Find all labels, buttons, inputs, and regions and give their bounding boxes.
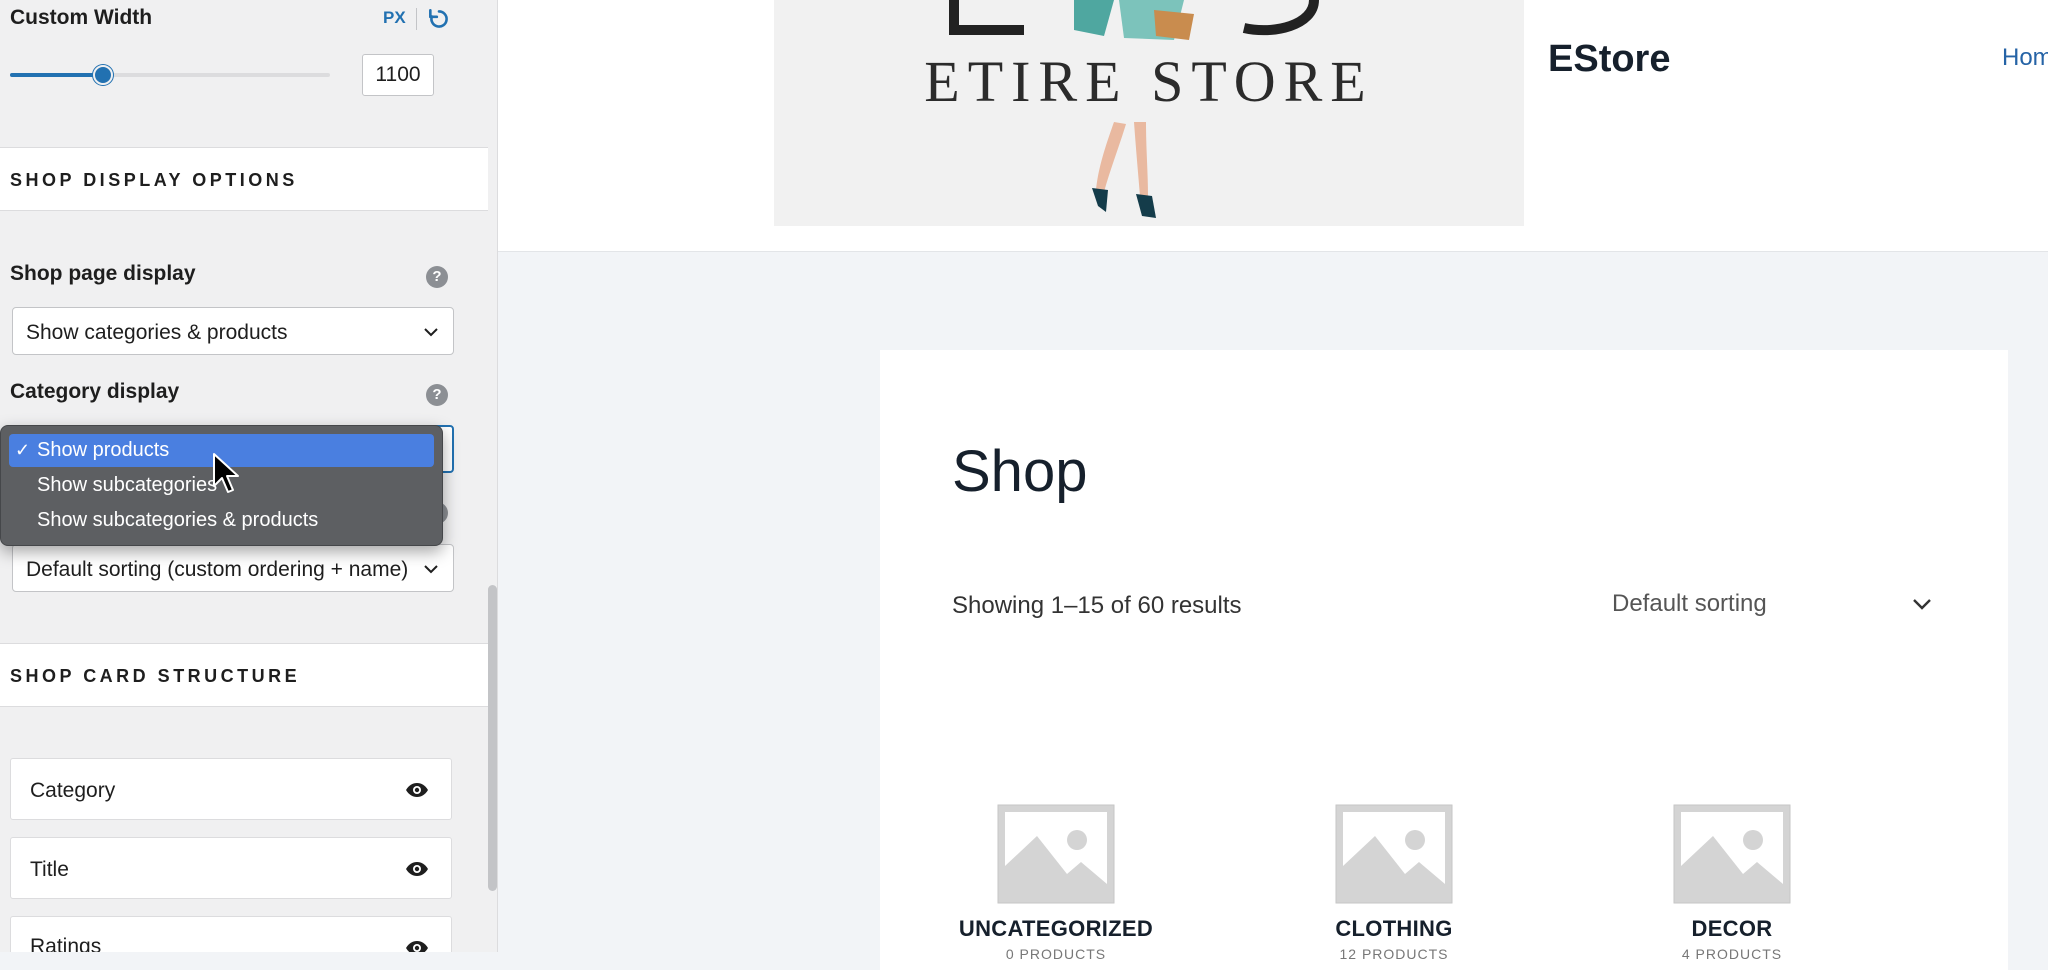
category-card-uncategorized[interactable]: UNCATEGORIZED 0 PRODUCTS <box>926 804 1186 962</box>
width-slider-handle[interactable] <box>92 65 113 85</box>
card-item-title[interactable]: Title <box>10 837 452 899</box>
option-show-subcategories-products[interactable]: Show subcategories & products <box>9 504 434 537</box>
default-sorting-select[interactable]: Default sorting (custom ordering + name) <box>12 544 454 592</box>
category-display-label: Category display <box>10 380 180 403</box>
card-item-ratings[interactable]: Ratings <box>10 916 452 952</box>
unit-toggle-px[interactable]: PX <box>383 8 406 28</box>
chevron-down-icon <box>424 565 438 574</box>
help-icon[interactable]: ? <box>426 384 448 406</box>
sidebar-scrollbar[interactable] <box>488 585 497 891</box>
nav-link-home[interactable]: Home <box>2002 44 2048 72</box>
eye-icon[interactable] <box>405 860 429 878</box>
help-icon[interactable]: ? <box>426 266 448 288</box>
chevron-down-icon[interactable] <box>1910 593 1934 615</box>
section-shop-card-structure[interactable]: SHOP CARD STRUCTURE <box>0 643 488 707</box>
page-title: Shop <box>952 439 1088 504</box>
site-title[interactable]: EStore <box>1548 38 1670 81</box>
custom-width-label: Custom Width <box>10 6 153 29</box>
section-title: SHOP DISPLAY OPTIONS <box>10 170 298 190</box>
width-slider-fill <box>10 73 103 77</box>
category-name: CLOTHING <box>1335 916 1453 941</box>
section-shop-display-options[interactable]: SHOP DISPLAY OPTIONS <box>0 147 488 211</box>
section-title: SHOP CARD STRUCTURE <box>10 666 301 686</box>
chevron-down-icon <box>424 328 438 337</box>
placeholder-image-icon <box>1673 804 1791 904</box>
site-header: ETIRE STORE EStore Home <box>498 0 2048 252</box>
category-card-clothing[interactable]: CLOTHING 12 PRODUCTS <box>1264 804 1524 962</box>
shop-page-display-select[interactable]: Show categories & products <box>12 307 454 355</box>
width-slider[interactable] <box>10 65 330 85</box>
card-item-label: Ratings <box>30 935 102 952</box>
eye-icon[interactable] <box>405 781 429 799</box>
results-count: Showing 1–15 of 60 results <box>952 592 1242 619</box>
select-value: Default sorting (custom ordering + name) <box>26 558 409 581</box>
category-count: 4 PRODUCTS <box>1681 946 1783 962</box>
unit-divider <box>416 8 417 30</box>
placeholder-image-icon <box>1335 804 1453 904</box>
card-item-label: Title <box>30 858 69 881</box>
checkmark-icon: ✓ <box>15 440 31 460</box>
card-item-category[interactable]: Category <box>10 758 452 820</box>
select-value: Show categories & products <box>26 321 288 344</box>
category-count: 0 PRODUCTS <box>1005 946 1107 962</box>
site-preview: ETIRE STORE EStore Home Shop Showing 1–1… <box>498 0 2048 970</box>
eye-icon[interactable] <box>405 939 429 952</box>
category-name: UNCATEGORIZED <box>958 916 1154 941</box>
card-item-label: Category <box>30 779 116 802</box>
site-logo[interactable]: ETIRE STORE <box>774 0 1524 226</box>
option-label: Show products <box>37 439 170 461</box>
option-label: Show subcategories & products <box>37 509 319 531</box>
reset-icon[interactable] <box>426 6 452 32</box>
shop-page-display-label: Shop page display <box>10 262 196 285</box>
width-value-input[interactable] <box>362 54 434 96</box>
logo-text: ETIRE STORE <box>924 49 1374 114</box>
placeholder-image-icon <box>997 804 1115 904</box>
category-count: 12 PRODUCTS <box>1339 946 1449 962</box>
category-name: DECOR <box>1691 916 1773 941</box>
mouse-cursor-icon <box>213 453 239 493</box>
shop-content: Shop Showing 1–15 of 60 results Default … <box>880 350 2008 970</box>
sort-select[interactable]: Default sorting <box>1612 590 1767 618</box>
option-label: Show subcategories <box>37 474 218 496</box>
category-card-decor[interactable]: DECOR 4 PRODUCTS <box>1602 804 1862 962</box>
